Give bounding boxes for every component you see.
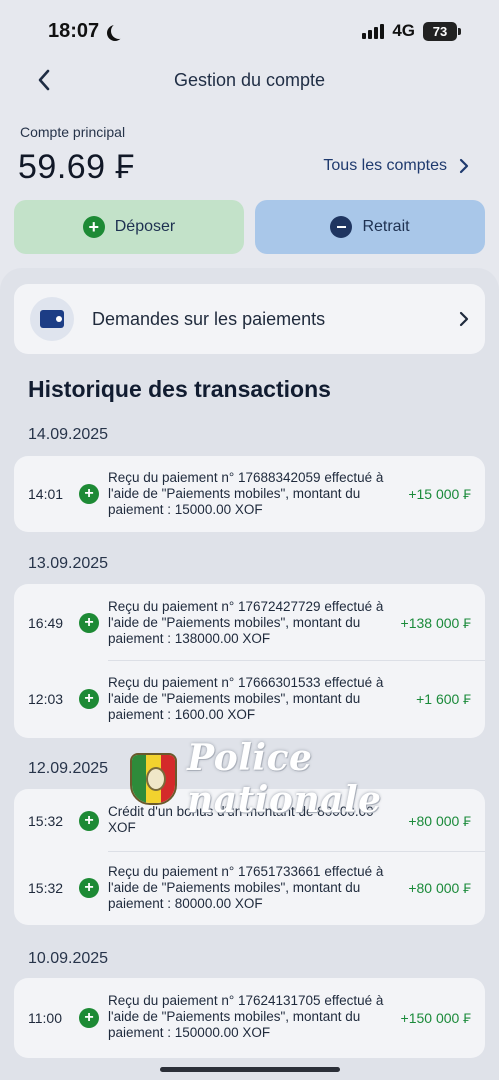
transaction-time: 12:03 [28, 691, 64, 707]
account-balance: 59.69 ₣ [18, 148, 135, 186]
transaction-card: 14:01 + Reçu du paiement n° 17688342059 … [14, 456, 485, 532]
police-badge-logo [130, 753, 178, 805]
date-header: 14.09.2025 [28, 426, 109, 443]
network-type: 4G [392, 21, 415, 40]
all-accounts-link[interactable]: Tous les comptes [323, 157, 469, 175]
payment-requests-label: Demandes sur les paiements [92, 308, 326, 329]
moon-icon [111, 23, 127, 39]
nav-header: Gestion du compte [0, 56, 499, 104]
all-accounts-label: Tous les comptes [323, 157, 447, 174]
date-header: 10.09.2025 [28, 950, 109, 967]
deposit-label: Déposer [114, 218, 176, 235]
transaction-time: 14:01 [28, 486, 64, 502]
watermark: Police nationale [130, 737, 499, 821]
home-indicator[interactable] [160, 1067, 340, 1072]
transaction-description: Reçu du paiement n° 17672427729 effectué… [108, 599, 384, 646]
plus-circle-icon: + [79, 878, 99, 898]
payment-requests-row[interactable]: Demandes sur les paiements [14, 284, 485, 354]
transaction-amount: +80 000 ₣ [408, 880, 471, 896]
status-time-wrap: 18:07 [48, 20, 121, 43]
history-title: Historique des transactions [28, 376, 331, 402]
transaction-time: 15:32 [28, 880, 64, 896]
transaction-amount: +138 000 ₣ [400, 615, 471, 631]
back-chevron-icon[interactable] [30, 66, 58, 94]
plus-circle-icon: + [82, 216, 105, 238]
battery-icon: 73 [423, 21, 461, 41]
plus-circle-icon: + [79, 1008, 99, 1028]
plus-circle-icon: + [79, 689, 99, 709]
transaction-description: Reçu du paiement n° 17688342059 effectué… [108, 470, 384, 517]
transaction-time: 16:49 [28, 615, 64, 631]
transaction-row[interactable]: 15:32 + Reçu du paiement n° 17651733661 … [14, 852, 485, 925]
battery-level: 73 [423, 21, 457, 41]
transaction-amount: +15 000 ₣ [408, 486, 471, 502]
transaction-card: 11:00 + Reçu du paiement n° 17624131705 … [14, 978, 485, 1058]
plus-circle-icon: + [79, 484, 99, 504]
chevron-right-icon [459, 311, 469, 327]
transaction-card: 16:49 + Reçu du paiement n° 17672427729 … [14, 584, 485, 738]
transaction-row[interactable]: 16:49 + Reçu du paiement n° 17672427729 … [14, 584, 485, 661]
status-indicators: 4G 73 [362, 21, 461, 41]
transaction-description: Reçu du paiement n° 17666301533 effectué… [108, 675, 384, 722]
account-label: Compte principal [20, 124, 126, 140]
withdraw-button[interactable]: − Retrait [255, 200, 485, 254]
page-title: Gestion du compte [173, 69, 326, 90]
transaction-row[interactable]: 11:00 + Reçu du paiement n° 17624131705 … [14, 978, 485, 1058]
withdraw-label: Retrait [362, 218, 410, 235]
date-header: 12.09.2025 [28, 760, 109, 777]
transaction-amount: +1 600 ₣ [416, 691, 471, 707]
transaction-amount: +150 000 ₣ [400, 1010, 471, 1026]
wallet-icon [40, 310, 64, 328]
status-bar: 18:07 4G 73 [0, 0, 499, 62]
transaction-description: Reçu du paiement n° 17651733661 effectué… [108, 864, 384, 911]
transaction-row[interactable]: 12:03 + Reçu du paiement n° 17666301533 … [14, 661, 485, 738]
transaction-description: Reçu du paiement n° 17624131705 effectué… [108, 993, 384, 1040]
watermark-text: Police nationale [187, 737, 382, 821]
transaction-row[interactable]: 14:01 + Reçu du paiement n° 17688342059 … [14, 456, 485, 532]
wallet-icon-wrap [30, 297, 74, 341]
plus-circle-icon: + [79, 811, 99, 831]
signal-icon [362, 23, 385, 39]
transaction-time: 11:00 [28, 1010, 62, 1026]
status-time: 18:07 [48, 19, 100, 42]
deposit-button[interactable]: + Déposer [14, 200, 244, 254]
chevron-right-icon [459, 158, 469, 174]
plus-circle-icon: + [79, 613, 99, 633]
date-header: 13.09.2025 [28, 555, 109, 572]
transaction-time: 15:32 [28, 813, 64, 829]
minus-circle-icon: − [330, 216, 353, 238]
